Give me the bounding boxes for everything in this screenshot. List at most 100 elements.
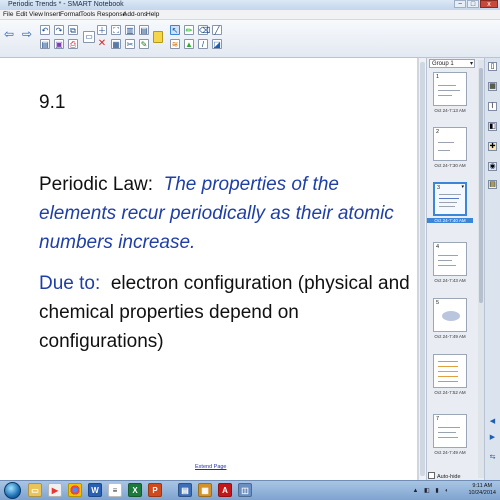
thumbnail-line [438, 432, 456, 434]
eraser-tool-icon[interactable]: ⌫ [198, 25, 210, 35]
response-icon[interactable] [153, 31, 163, 43]
menu-view[interactable]: View [29, 10, 43, 20]
chevron-down-icon: ▾ [469, 61, 473, 67]
system-clock[interactable]: 9:11 AM 10/24/2014 [468, 483, 496, 497]
gallery-icon[interactable]: ▦ [488, 82, 497, 91]
thumbnail-menu-icon[interactable]: ▾ [461, 184, 464, 190]
law-text-line2: elements recur periodically as their ato… [39, 203, 394, 224]
creative-pen-icon[interactable]: ≋ [170, 39, 180, 49]
excel-icon[interactable]: X [128, 483, 142, 497]
thumbnail-line [438, 371, 458, 373]
window-title: Periodic Trends * - SMART Notebook [8, 1, 124, 8]
menu-addons[interactable]: Add-ons [123, 10, 147, 20]
fullscreen-icon[interactable]: ⛶ [111, 25, 121, 35]
menu-insert[interactable]: Insert [44, 10, 60, 20]
system-tray-icons[interactable]: ▲ ◧ ▮ ◖ [412, 487, 450, 494]
menu-response[interactable]: Response [97, 10, 126, 20]
auto-hide-checkbox[interactable] [428, 472, 435, 479]
page-sorter-icon[interactable]: ▯ [488, 62, 497, 71]
fill-tool-icon[interactable]: ◪ [212, 39, 222, 49]
page-thumbnail-5[interactable]: 5 Oct 24-7:49 AM [433, 298, 467, 350]
due-text-line2: chemical properties depend on [39, 302, 299, 323]
smart-board-icon[interactable]: ◫ [238, 483, 252, 497]
canvas-scroll-thumb[interactable] [420, 62, 425, 476]
expand-icon[interactable]: ◀ [488, 418, 497, 427]
properties-icon[interactable]: ▤ [139, 25, 149, 35]
maximize-button[interactable]: □ [467, 0, 479, 8]
thumbnail-preview [433, 354, 467, 388]
forward-icon[interactable]: ⇨ [22, 28, 32, 40]
print-icon[interactable]: ⎙ [68, 39, 78, 49]
notebook-tools-icon[interactable]: ▦ [198, 483, 212, 497]
thumbnail-time: Oct 24-7:52 AM [434, 390, 466, 395]
thumbnail-time: Oct 24-7:49 AM [434, 450, 466, 455]
title-bar: Periodic Trends * - SMART Notebook − □ x [0, 0, 500, 10]
page-thumbnail-6[interactable]: Oct 24-7:52 AM [433, 354, 467, 406]
explorer-icon[interactable]: ▭ [28, 483, 42, 497]
thumbnail-line [438, 366, 458, 368]
page-thumbnail-2[interactable]: 2 Oct 24-7:30 AM [433, 127, 467, 179]
shape-tool-icon[interactable]: / [198, 39, 208, 49]
thumbnail-number: 1 [436, 74, 440, 80]
close-button[interactable]: x [480, 0, 498, 8]
page-thumbnail-7[interactable]: 7 Oct 24-7:49 AM [433, 414, 467, 466]
lesson-activity-icon[interactable]: ▤ [488, 180, 497, 189]
section-number: 9.1 [39, 92, 66, 113]
cut-icon[interactable]: ✂ [125, 39, 135, 49]
magic-pen-icon[interactable]: ✎ [139, 39, 149, 49]
notepad-icon[interactable]: ≡ [108, 483, 122, 497]
thumbnail-line [439, 198, 459, 200]
menu-tools[interactable]: Tools [80, 10, 95, 20]
table-icon[interactable]: ▥ [125, 25, 135, 35]
canvas-scrollbar[interactable] [418, 58, 426, 480]
thumbnail-line [438, 437, 458, 439]
acrobat-icon[interactable]: A [218, 483, 232, 497]
menu-file[interactable]: File [3, 10, 13, 20]
select-tool-icon[interactable]: ↖ [170, 25, 180, 35]
page-thumbnail-1[interactable]: 1 Oct 24-7:13 AM [433, 72, 467, 124]
notebook-canvas[interactable]: 9.1 Periodic Law: The properties of the … [0, 58, 418, 480]
properties-icon[interactable]: ◧ [488, 122, 497, 131]
menu-edit[interactable]: Edit [16, 10, 27, 20]
media-player-icon[interactable]: ▶ [48, 483, 62, 497]
add-ons-icon[interactable]: ✚ [488, 142, 497, 151]
open-file-icon[interactable]: ▤ [40, 39, 50, 49]
paste-icon[interactable]: ⧉ [68, 25, 78, 35]
line-tool-icon[interactable]: ╱ [212, 25, 222, 35]
menu-format[interactable]: Format [60, 10, 81, 20]
menu-help[interactable]: Help [146, 10, 159, 20]
auto-hide-toggle[interactable]: Auto-hide [428, 472, 461, 480]
smart-notebook-icon[interactable]: ▤ [178, 483, 192, 497]
pen-tool-icon[interactable]: ✏ [184, 25, 194, 35]
back-icon[interactable]: ⇦ [4, 28, 14, 40]
chrome-icon[interactable] [68, 483, 82, 497]
move-panel-icon[interactable]: ⇆ [488, 454, 497, 463]
screen-shade-icon[interactable]: ▭ [83, 31, 95, 43]
thumbnail-line [439, 202, 457, 204]
due-text-line1: electron configuration (physical and [110, 273, 410, 294]
page-sorter: Group 1 ▾ 1 Oct 24-7:13 AM 2 Oct 24-7:30… [426, 58, 484, 480]
highlighter-icon[interactable]: ▲ [184, 39, 194, 49]
word-icon[interactable]: W [88, 483, 102, 497]
page-thumbnail-3[interactable]: 3 ▾ Oct 24-7:40 AM [427, 182, 473, 234]
document-camera-icon[interactable]: ▦ [111, 39, 121, 49]
thumbnail-preview-selected: 3 ▾ [433, 182, 467, 216]
undo-icon[interactable]: ↶ [40, 25, 50, 35]
smart-response-icon[interactable]: ◉ [488, 162, 497, 171]
extend-page-link[interactable]: Extend Page [195, 464, 227, 470]
thumbnail-number: 3 [437, 185, 441, 191]
group-select[interactable]: Group 1 ▾ [429, 59, 475, 68]
start-button[interactable] [4, 482, 21, 499]
new-page-icon[interactable]: ＋ [97, 25, 107, 35]
collapse-icon[interactable]: ▶ [488, 434, 497, 443]
powerpoint-icon[interactable]: P [148, 483, 162, 497]
minimize-button[interactable]: − [454, 0, 466, 8]
page-thumbnail-4[interactable]: 4 Oct 24-7:43 AM [433, 242, 467, 294]
side-tab-bar: ▯ ▦ ⌇ ◧ ✚ ◉ ▤ ◀ ▶ ⇆ [484, 58, 500, 480]
sorter-scroll-thumb[interactable] [479, 68, 483, 303]
redo-icon[interactable]: ↷ [54, 25, 64, 35]
save-file-icon[interactable]: ▣ [54, 39, 64, 49]
attachments-icon[interactable]: ⌇ [488, 102, 497, 111]
thumbnail-line [438, 255, 458, 257]
delete-page-icon[interactable]: ✕ [97, 39, 107, 49]
